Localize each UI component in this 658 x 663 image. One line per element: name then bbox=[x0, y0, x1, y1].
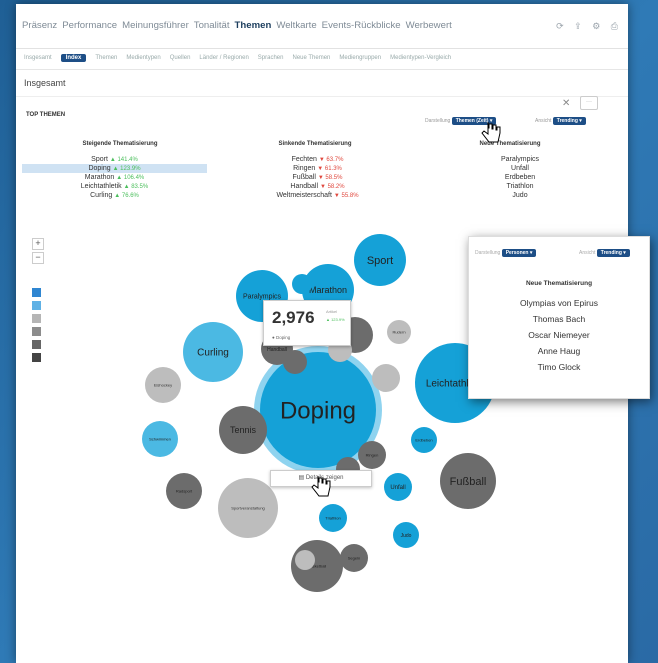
bubble-label: Handball bbox=[267, 347, 287, 353]
bubble[interactable]: Segeln bbox=[340, 544, 368, 572]
bubble-label: Curling bbox=[197, 348, 229, 359]
bubble-label: Tennis bbox=[230, 425, 257, 435]
popup-item[interactable]: Oscar Niemeyer bbox=[469, 327, 649, 343]
bubble-label: Segeln bbox=[348, 555, 360, 560]
bubble[interactable] bbox=[295, 550, 315, 570]
bubble-label: Unfall bbox=[390, 485, 405, 491]
bubble-label: Schwimmen bbox=[149, 436, 171, 441]
bubble-label: Judo bbox=[401, 533, 412, 539]
bubble[interactable] bbox=[292, 274, 312, 294]
details-button[interactable]: ▤ Details zeigen bbox=[270, 470, 372, 487]
bubble-circle bbox=[292, 274, 312, 294]
bubble-label: Sportveranstaltung bbox=[231, 505, 265, 510]
popup-item[interactable]: Timo Glock bbox=[469, 359, 649, 375]
popup-display-label: Darstellung bbox=[475, 250, 501, 256]
bubble[interactable]: Triathlon bbox=[319, 504, 347, 532]
popup-item[interactable]: Olympias von Epirus bbox=[469, 295, 649, 311]
bubble[interactable]: Ringen bbox=[358, 441, 386, 469]
bubble-circle bbox=[372, 364, 400, 392]
bubble-label: Sport bbox=[367, 255, 393, 267]
bubble[interactable]: Eishockey bbox=[145, 367, 181, 403]
bubble-label: Radsport bbox=[176, 488, 193, 493]
popup-display-dropdown[interactable]: Personen ▾ bbox=[501, 249, 537, 257]
popup-view-filter: Ansicht Trending ▾ bbox=[579, 249, 630, 257]
tooltip-tag: ● Doping bbox=[272, 335, 291, 340]
tooltip: 2,976 Artikel ▲ 123.9% ● Doping bbox=[263, 300, 351, 346]
bubble-label: Eishockey bbox=[154, 382, 172, 387]
bubble[interactable]: Judo bbox=[393, 522, 419, 548]
tooltip-label: Artikel bbox=[326, 309, 338, 314]
bubble[interactable] bbox=[372, 364, 400, 392]
bubble[interactable]: Unfall bbox=[384, 473, 412, 501]
bubble-label: Marathon bbox=[309, 285, 347, 295]
bubble[interactable]: Sport bbox=[354, 234, 406, 286]
details-icon: ▤ bbox=[298, 475, 306, 481]
bubble[interactable]: Rudern bbox=[387, 320, 411, 344]
bubble-label: Triathlon bbox=[325, 515, 340, 520]
bubble-label: Erdbeben bbox=[415, 437, 432, 442]
bubble-label: Doping bbox=[280, 397, 356, 424]
popup-header: Neue Thematisierung bbox=[525, 280, 593, 287]
bubble[interactable]: Schwimmen bbox=[142, 421, 178, 457]
bubble-label: Ringen bbox=[366, 452, 379, 457]
tooltip-value: 2,976 bbox=[272, 308, 315, 327]
people-popup: Darstellung Personen ▾ Ansicht Trending … bbox=[468, 236, 650, 399]
bubble-label: Fußball bbox=[450, 476, 487, 488]
popup-display-filter: Darstellung Personen ▾ bbox=[475, 249, 537, 257]
bubble[interactable]: Radsport bbox=[166, 473, 202, 509]
popup-list: Olympias von Epirus Thomas Bach Oscar Niem… bbox=[469, 295, 649, 375]
bubble-circle bbox=[295, 550, 315, 570]
popup-item[interactable]: Thomas Bach bbox=[469, 311, 649, 327]
bubble[interactable]: Tennis bbox=[219, 406, 267, 454]
bubble[interactable]: Sportveranstaltung bbox=[218, 478, 278, 538]
bubble[interactable] bbox=[283, 350, 307, 374]
bubble-label: Rudern bbox=[392, 329, 405, 334]
tooltip-change: ▲ 123.9% bbox=[326, 317, 345, 322]
popup-view-label: Ansicht bbox=[579, 250, 596, 256]
bubble[interactable]: Curling bbox=[183, 322, 243, 382]
popup-item[interactable]: Anne Haug bbox=[469, 343, 649, 359]
bubble[interactable]: Erdbeben bbox=[411, 427, 437, 453]
bubble-circle bbox=[283, 350, 307, 374]
bubble[interactable]: Fußball bbox=[440, 453, 496, 509]
popup-view-dropdown[interactable]: Trending ▾ bbox=[596, 249, 630, 257]
details-label: Details zeigen bbox=[305, 475, 344, 481]
